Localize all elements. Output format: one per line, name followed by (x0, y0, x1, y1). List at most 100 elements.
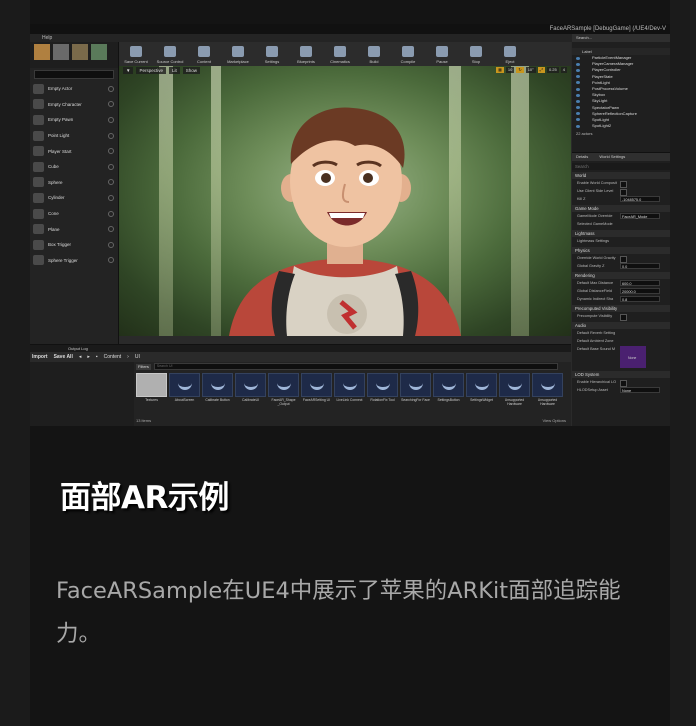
section-physics[interactable]: Physics (572, 247, 670, 254)
camera-speed-value[interactable]: 4 (560, 67, 567, 73)
info-icon[interactable] (108, 101, 114, 108)
section-precomputed-visibility[interactable]: Precomputed Visibility (572, 305, 670, 312)
visibility-icon[interactable] (576, 62, 580, 66)
forward-icon[interactable]: ▸ (87, 354, 90, 360)
toolbar-button[interactable]: Content (187, 42, 221, 66)
visibility-icon[interactable] (576, 118, 580, 122)
place-item[interactable]: Sphere (30, 175, 118, 191)
tab-world-settings[interactable]: World Settings (599, 154, 625, 159)
place-item[interactable]: Cylinder (30, 190, 118, 206)
section-rendering[interactable]: Rendering (572, 272, 670, 279)
visibility-icon[interactable] (576, 93, 580, 97)
viewport-options-button[interactable]: ▼ (123, 66, 134, 74)
widget-asset[interactable]: Unsupported Hardware (532, 373, 563, 413)
lit-button[interactable]: Lit (168, 66, 180, 74)
row-lightmass-settings[interactable]: Lightmass Settings (572, 237, 670, 245)
toolbar-button[interactable]: Compile (391, 42, 425, 66)
visibility-icon[interactable] (576, 56, 580, 60)
hlod-setup-dropdown[interactable]: None (620, 387, 660, 393)
path-ui[interactable]: UI (135, 354, 140, 360)
place-item[interactable]: Empty Character (30, 97, 118, 113)
details-search[interactable]: Search (572, 163, 670, 170)
folder-asset[interactable]: Textures (136, 373, 167, 413)
place-item[interactable]: Plane (30, 221, 118, 237)
dynamic-indirect-field[interactable]: 0.8 (620, 296, 660, 302)
rotation-snap-value[interactable]: 10° (525, 67, 536, 73)
grid-snap-value[interactable]: 10 (505, 67, 515, 73)
toolbar-button[interactable]: Marketplace (221, 42, 255, 66)
path-content[interactable]: Content (104, 354, 122, 360)
global-distance-field[interactable]: 20000.0 (620, 288, 660, 294)
section-lod-system[interactable]: LOD System (572, 371, 670, 378)
toolbar-button[interactable]: Stop (459, 42, 493, 66)
toolbar-button[interactable]: Build (357, 42, 391, 66)
visibility-icon[interactable] (576, 87, 580, 91)
place-item[interactable]: Cube (30, 159, 118, 175)
gamemode-override-dropdown[interactable]: FaceAR_Mode (620, 213, 660, 219)
show-button[interactable]: Show (182, 66, 201, 74)
info-icon[interactable] (108, 132, 114, 139)
info-icon[interactable] (108, 210, 114, 217)
place-item[interactable]: Box Trigger (30, 237, 118, 253)
info-icon[interactable] (108, 194, 114, 201)
import-button[interactable]: Import (32, 354, 48, 360)
widget-asset[interactable]: FaceARSetting UI (301, 373, 332, 413)
grid-snap-icon[interactable]: ▦ (496, 67, 504, 73)
visibility-icon[interactable] (576, 112, 580, 116)
save-all-button[interactable]: Save All (54, 354, 73, 360)
tab-output-log[interactable]: Output Log (68, 346, 88, 351)
visibility-icon[interactable] (576, 81, 580, 85)
foliage-mode-icon[interactable] (91, 44, 107, 60)
menu-help[interactable]: Help (42, 35, 52, 41)
modes-search-input[interactable] (34, 70, 114, 79)
visibility-icon[interactable] (576, 68, 580, 72)
row-default-ambient[interactable]: Default Ambient Zone (572, 337, 670, 345)
filters-button[interactable]: Filters (136, 363, 151, 370)
scale-snap-icon[interactable]: ⤢ (537, 67, 545, 73)
section-game-mode[interactable]: Game Mode (572, 205, 670, 212)
level-viewport[interactable]: ▼ Perspective Lit Show ▦ 10 ↻ 10° ⤢ 0.25… (119, 66, 571, 336)
info-icon[interactable] (108, 241, 114, 248)
place-item[interactable]: Cone (30, 206, 118, 222)
section-world[interactable]: World (572, 172, 670, 179)
info-icon[interactable] (108, 257, 114, 264)
toolbar-button[interactable]: Pause (425, 42, 459, 66)
place-item[interactable]: Point Light (30, 128, 118, 144)
widget-asset[interactable]: AboutScreen (169, 373, 200, 413)
outliner-label-column[interactable]: Label (572, 48, 670, 55)
sound-mix-thumbnail[interactable]: None (620, 346, 646, 368)
global-gravity-field[interactable]: 0.0 (620, 263, 660, 269)
toolbar-button[interactable]: Save Current (119, 42, 153, 66)
kill-z-field[interactable]: -1048575.0 (620, 196, 660, 202)
widget-asset[interactable]: Unsupported Hardware (499, 373, 530, 413)
row-default-reverb[interactable]: Default Reverb Setting (572, 329, 670, 337)
toolbar-button[interactable]: Eject (493, 42, 527, 66)
section-audio[interactable]: Audio (572, 322, 670, 329)
toolbar-button[interactable]: Source Control (153, 42, 187, 66)
place-mode-icon[interactable] (34, 44, 50, 60)
visibility-icon[interactable] (576, 124, 580, 128)
outliner-item[interactable]: SpotLight2 (572, 123, 670, 129)
scale-snap-value[interactable]: 0.25 (546, 67, 559, 73)
place-item[interactable]: Empty Actor (30, 81, 118, 97)
toolbar-button[interactable]: Settings (255, 42, 289, 66)
widget-asset[interactable]: RotationFix Tool (367, 373, 398, 413)
precompute-visibility-checkbox[interactable] (620, 313, 627, 321)
place-item[interactable]: Player Start (30, 143, 118, 159)
view-options-button[interactable]: View Options (543, 418, 567, 423)
info-icon[interactable] (108, 226, 114, 233)
widget-asset[interactable]: SearchingFor Face (400, 373, 431, 413)
rotation-snap-icon[interactable]: ↻ (516, 67, 524, 73)
widget-asset[interactable]: SettingsButton (433, 373, 464, 413)
info-icon[interactable] (108, 85, 114, 92)
place-item[interactable]: Empty Pawn (30, 112, 118, 128)
info-icon[interactable] (108, 179, 114, 186)
widget-asset[interactable]: Calibrate Button (202, 373, 233, 413)
row-selected-gamemode[interactable]: Selected GameMode (572, 220, 670, 228)
widget-asset[interactable]: LiveLink Connect (334, 373, 365, 413)
info-icon[interactable] (108, 148, 114, 155)
toolbar-button[interactable]: Blueprints (289, 42, 323, 66)
section-lightmass[interactable]: Lightmass (572, 230, 670, 237)
widget-asset[interactable]: FaceAR_Shape _Output (268, 373, 299, 413)
paint-mode-icon[interactable] (53, 44, 69, 60)
